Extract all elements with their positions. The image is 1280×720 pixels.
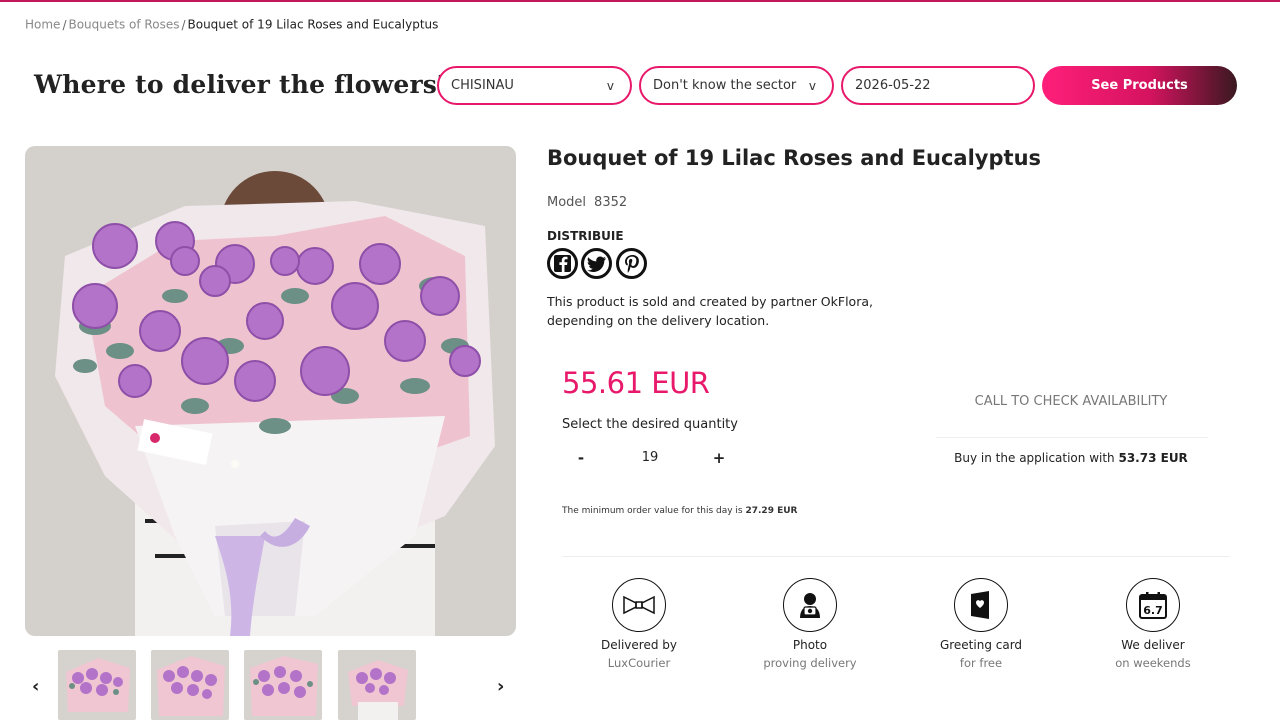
delivery-date-input[interactable]: 2026-05-22 [841,66,1035,105]
app-purchase-text: Buy in the application with [954,451,1115,465]
product-title: Bouquet of 19 Lilac Roses and Eucalyptus [547,146,1042,170]
model-value: 8352 [594,195,628,210]
facebook-icon[interactable] [547,248,578,279]
chevron-down-icon: v [606,79,614,93]
pinterest-icon[interactable] [616,248,647,279]
twitter-icon[interactable] [581,248,612,279]
feature-subtitle: LuxCourier [607,656,671,670]
see-products-button[interactable]: See Products [1042,66,1237,105]
app-purchase-note[interactable]: Buy in the application with 53.73 EUR [936,451,1206,465]
quantity-decrement-button[interactable]: - [571,449,591,467]
model-label: Model [547,195,587,210]
quantity-value[interactable]: 19 [630,450,670,465]
delivery-heading: Where to deliver the flowers? [34,70,452,99]
breadcrumb-current: Bouquet of 19 Lilac Roses and Eucalyptus [187,17,439,32]
thumbnail-image [338,650,416,720]
thumbnail-image [58,650,136,720]
feature-subtitle: on weekends [1115,656,1191,670]
feature-title: Greeting card [939,638,1023,652]
calendar-icon-text: 6.7 [1143,604,1163,617]
feature-weekend-delivery: 6.7 We deliver on weekends [1068,578,1238,670]
gallery-thumbnail[interactable] [338,650,416,720]
feature-title: Photo [792,638,828,652]
breadcrumb-category-link[interactable]: Bouquets of Roses [68,18,179,32]
feature-title: We deliver [1121,638,1185,652]
calendar-icon: 6.7 [1126,578,1180,632]
divider [936,437,1208,438]
quantity-increment-button[interactable]: + [709,449,729,467]
thumbnail-image [244,650,322,720]
city-select-value: CHISINAU [451,78,514,93]
minimum-order-text: The minimum order value for this day is [562,506,743,516]
partner-info-text: This product is sold and created by part… [547,294,873,328]
product-main-image[interactable] [25,146,516,636]
bouquet-photo [25,146,516,636]
feature-greeting-card: Greeting card for free [896,578,1066,670]
feature-delivered-by: Delivered by LuxCourier [554,578,724,670]
chevron-left-icon[interactable]: ‹ [32,676,39,697]
breadcrumb-separator: / [62,17,67,32]
top-accent-line [0,0,1280,2]
minimum-order-note: The minimum order value for this day is … [562,506,797,516]
gallery-thumbnail[interactable] [58,650,136,720]
share-label: DISTRIBUIE [547,229,624,243]
gallery-thumbnail[interactable] [244,650,322,720]
feature-subtitle: for free [959,656,1003,670]
city-select[interactable]: CHISINAU v [437,66,632,105]
minimum-order-value: 27.29 EUR [745,506,798,516]
ribbon-icon [612,578,666,632]
sector-select-value: Don't know the sector [653,78,797,93]
call-to-check-availability[interactable]: CALL TO CHECK AVAILABILITY [936,394,1206,409]
chevron-down-icon: v [808,79,816,93]
quantity-label: Select the desired quantity [562,417,738,432]
app-purchase-price: 53.73 EUR [1118,451,1188,465]
product-price: 55.61 EUR [562,366,710,400]
delivery-date-value: 2026-05-22 [855,78,931,93]
divider [562,556,1230,557]
thumbnail-image [151,650,229,720]
gallery-thumbnail[interactable] [151,650,229,720]
breadcrumb-home-link[interactable]: Home [25,18,60,32]
model-row: Model 8352 [547,195,627,210]
breadcrumb-separator: / [181,17,186,32]
greeting-card-icon [954,578,1008,632]
feature-subtitle: proving delivery [763,656,857,670]
breadcrumb: Home / Bouquets of Roses / Bouquet of 19 Lil… [25,17,438,32]
sector-select[interactable]: Don't know the sector v [639,66,834,105]
camera-person-icon [783,578,837,632]
feature-title: Delivered by [601,638,677,652]
chevron-right-icon[interactable]: › [497,676,504,697]
feature-photo-proof: Photo proving delivery [725,578,895,670]
